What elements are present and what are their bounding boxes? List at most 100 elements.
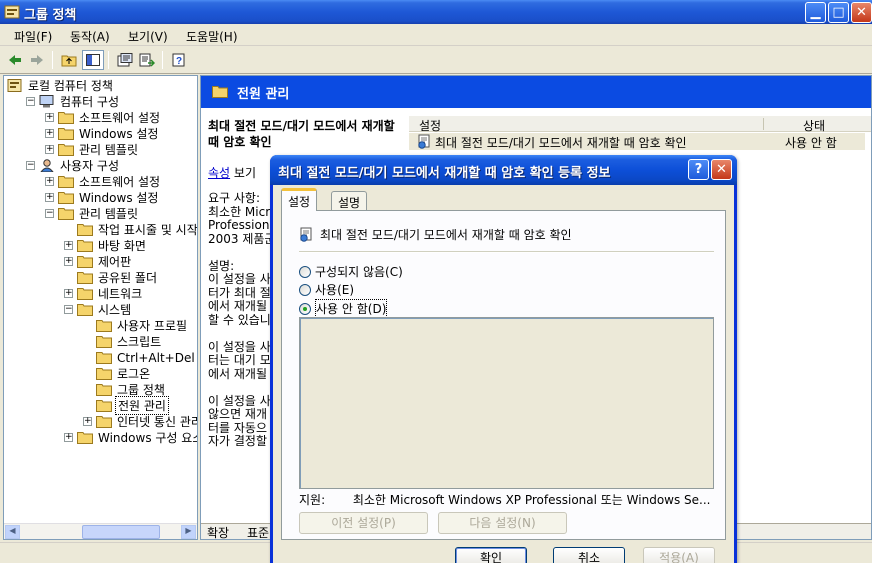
help-button[interactable]: ? [168,50,190,70]
expand-icon[interactable]: + [45,176,54,186]
scroll-right-arrow-icon[interactable]: ▶ [181,525,196,539]
list-item-state: 사용 안 함 [785,136,837,150]
tree-horizontal-scrollbar[interactable]: ◀ ▶ [4,523,197,539]
radio-enabled[interactable]: 사용(E) [299,281,354,298]
help-icon: ? [694,162,703,177]
menu-view[interactable]: 보기(V) [128,28,168,45]
expand-icon[interactable]: + [64,432,73,442]
tree-item[interactable]: + Windows 구성 요소 [64,429,197,445]
tab-extended[interactable]: 확장 [203,524,233,539]
tree-item[interactable]: 스크립트 [83,333,163,349]
expand-icon[interactable]: + [64,256,73,266]
tab-standard[interactable]: 표준 [243,524,273,539]
tree-item[interactable]: 로그온 [83,365,152,381]
tree-item[interactable]: + 소프트웨어 설정 [45,109,162,125]
folder-icon [58,191,74,204]
tree-item[interactable]: + 인터넷 통신 관리 [83,413,197,429]
forward-button[interactable] [26,50,48,70]
tree-item[interactable]: + 네트워크 [64,285,144,301]
tree-item-label: 사용자 구성 [60,158,120,173]
collapse-icon[interactable]: − [64,304,73,314]
export-list-button[interactable] [136,50,158,70]
expand-icon[interactable]: + [45,144,54,154]
back-button[interactable] [4,50,26,70]
tree-item[interactable]: + 관리 템플릿 [45,141,140,157]
list-item[interactable]: 최대 절전 모드/대기 모드에서 재개할 때 암호 확인 사용 안 함 [409,133,865,150]
folder-icon [58,143,74,156]
tree-item[interactable]: 공유된 폴더 [64,269,159,285]
properties-link[interactable]: 속성 [208,166,230,180]
separator [299,251,714,253]
folder-icon [77,239,93,252]
column-setting[interactable]: 설정 [419,117,441,134]
radio-button[interactable] [299,283,311,296]
expand-icon[interactable]: + [45,192,54,202]
expand-icon[interactable]: + [45,112,54,122]
close-icon: ✕ [856,5,867,20]
collapse-icon[interactable]: − [26,160,35,170]
properties-link-suffix: 보기 [233,166,257,180]
tree-item[interactable]: − 컴퓨터 구성 [26,93,121,109]
tree-item[interactable]: Ctrl+Alt+Del 옵션 [83,349,197,365]
policy-tree[interactable]: 로컬 컴퓨터 정책 − 컴퓨터 구성 + 소프트웨어 설정 + Windows 설정 + 관리 … [3,75,198,540]
tree-item[interactable]: 전원 관리 [83,395,169,415]
close-button[interactable]: ✕ [851,2,872,23]
properties-line: 속성 보기 [208,164,256,181]
tab-setting[interactable]: 설정 [281,188,318,211]
next-setting-button[interactable]: 다음 설정(N) [438,512,567,534]
cancel-button[interactable]: 취소 [553,547,625,563]
collapse-icon[interactable]: − [26,96,35,106]
expand-icon[interactable]: + [64,240,73,250]
apply-button[interactable]: 적용(A) [643,547,715,563]
tree-item[interactable]: + 소프트웨어 설정 [45,173,162,189]
dialog-help-button[interactable]: ? [688,159,709,180]
scroll-thumb[interactable] [82,525,160,539]
tab-explain[interactable]: 설명 [331,191,368,210]
show-hide-tree-button[interactable] [82,50,104,70]
tree-item-label: 관리 템플릿 [79,206,139,221]
tree-item[interactable]: + Windows 설정 [45,125,160,141]
maximize-button[interactable]: □ [828,2,849,23]
tree-item[interactable]: 작업 표시줄 및 시작 [64,221,197,237]
minimize-button[interactable]: ▁ [805,2,826,23]
radio-not-configured[interactable]: 구성되지 않음(C) [299,263,403,280]
toolbar: ? [0,47,872,74]
tree-item[interactable]: − 시스템 [64,301,133,317]
properties-button[interactable] [114,50,136,70]
radio-disabled[interactable]: 사용 안 함(D) [299,299,388,318]
tree-item-label: 관리 템플릿 [79,142,139,157]
ok-button[interactable]: 확인 [455,547,527,563]
collapse-icon[interactable]: − [45,208,54,218]
forward-arrow-icon [31,55,43,65]
tree-item-label: Windows 설정 [79,126,159,141]
tree-item-label: 공유된 폴더 [98,270,158,285]
menu-help[interactable]: 도움말(H) [186,28,238,45]
tree-toggle-icon [86,54,100,66]
column-state[interactable]: 상태 [803,117,825,134]
tree-item[interactable]: − 관리 템플릿 [45,205,140,221]
scroll-left-arrow-icon[interactable]: ◀ [5,525,20,539]
tree-item-label: 시스템 [98,302,132,317]
tree-item[interactable]: + Windows 설정 [45,189,160,205]
policy-title: 최대 절전 모드/대기 모드에서 재개할 때 암호 확인 [208,119,395,149]
tree-item-label: 네트워크 [98,286,143,301]
tree-item[interactable]: 로컬 컴퓨터 정책 [7,77,115,93]
radio-button-checked[interactable] [299,302,311,315]
main-titlebar[interactable]: 그룹 정책 ▁ □ ✕ [0,0,872,24]
expand-icon[interactable]: + [64,288,73,298]
dialog-titlebar[interactable]: 최대 절전 모드/대기 모드에서 재개할 때 암호 확인 등록 정보 ? ✕ [270,155,737,185]
expand-icon[interactable]: + [83,416,92,426]
menu-action[interactable]: 동작(A) [70,28,110,45]
dialog-close-button[interactable]: ✕ [711,159,732,180]
up-level-button[interactable] [58,50,80,70]
tree-item[interactable]: 사용자 프로필 [83,317,189,333]
radio-button[interactable] [299,265,311,278]
tree-item[interactable]: − 사용자 구성 [26,157,121,173]
previous-setting-button[interactable]: 이전 설정(P) [299,512,428,534]
menu-file[interactable]: 파일(F) [14,28,52,45]
supported-text: 최소한 Microsoft Windows XP Professional 또는… [352,493,711,507]
tree-item[interactable]: + 제어판 [64,253,133,269]
expand-icon[interactable]: + [45,128,54,138]
tree-item-label: 바탕 화면 [98,238,146,253]
tree-item[interactable]: + 바탕 화면 [64,237,148,253]
